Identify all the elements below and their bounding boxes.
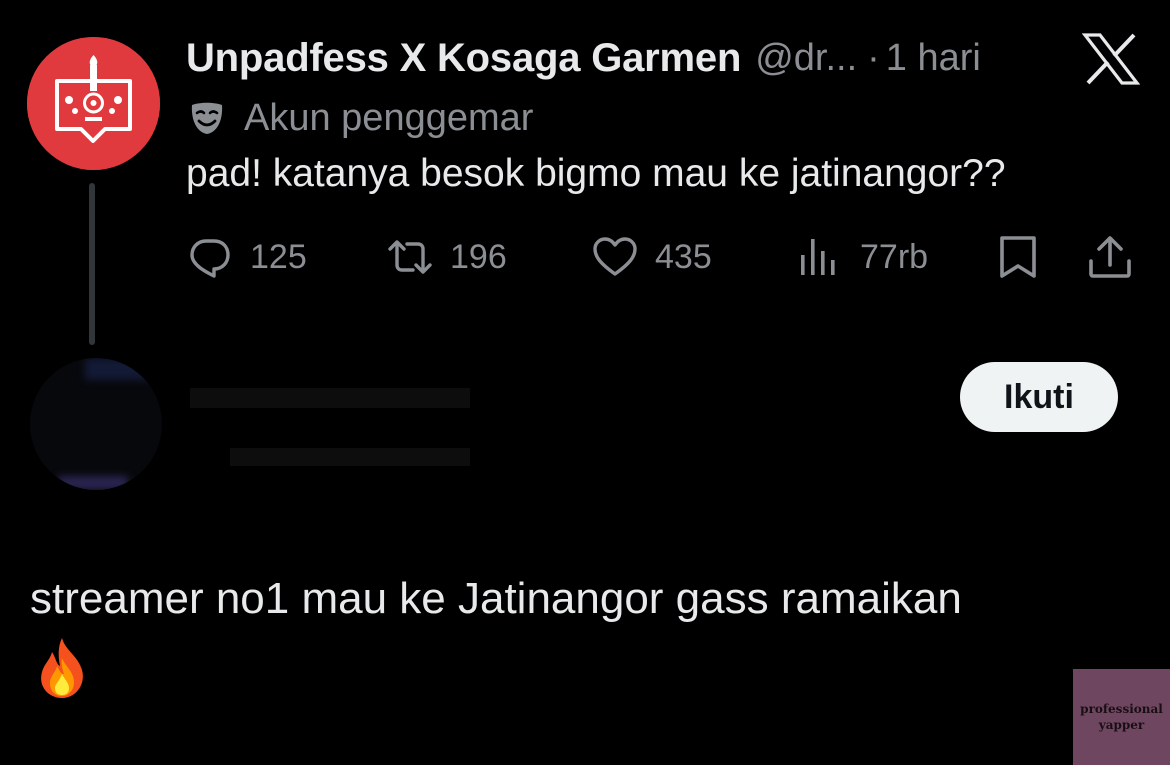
thread-connector-line <box>89 183 95 345</box>
unpadfess-logo-icon <box>27 37 160 170</box>
views-count: 77rb <box>860 237 929 276</box>
x-logo-icon <box>1082 33 1140 85</box>
retweet-icon <box>388 240 432 274</box>
tweet-header: Unpadfess X Kosaga Garmen @dr... · 1 har… <box>186 30 981 86</box>
share-icon <box>1089 236 1131 278</box>
reply-author-name-redacted <box>190 388 470 408</box>
author-handle[interactable]: @dr... <box>755 37 857 80</box>
avatar-obscured-area <box>85 358 162 380</box>
bookmark-icon <box>1000 236 1036 278</box>
tweet-text: pad! katanya besok bigmo mau ke jatinang… <box>186 152 1006 195</box>
analytics-icon <box>801 239 835 275</box>
like-count: 435 <box>655 237 712 276</box>
reply-icon <box>190 239 230 278</box>
header-separator: · <box>867 36 880 79</box>
reply-author-handle-redacted <box>230 448 470 466</box>
retweet-count: 196 <box>450 237 507 276</box>
heart-icon <box>593 237 637 276</box>
account-badge: Akun penggemar <box>188 92 533 144</box>
reply-text: streamer no1 mau ke Jatinangor gass rama… <box>30 574 962 623</box>
tweet-timestamp[interactable]: 1 hari <box>886 37 981 80</box>
views-button[interactable]: 77rb <box>796 230 928 284</box>
author-avatar[interactable] <box>27 37 160 170</box>
watermark-line-1: professional <box>1080 702 1163 716</box>
watermark-line-2: yapper <box>1098 718 1145 732</box>
author-display-name[interactable]: Unpadfess X Kosaga Garmen <box>186 36 741 81</box>
tweet-actions: 125 196 435 77rb <box>186 230 1141 284</box>
share-button[interactable] <box>1086 230 1134 284</box>
bookmark-button[interactable] <box>994 230 1042 284</box>
reply-button[interactable]: 125 <box>186 230 307 284</box>
theater-mask-icon <box>188 99 226 137</box>
follow-button[interactable]: Ikuti <box>960 362 1118 432</box>
watermark: professional yapper <box>1073 669 1170 765</box>
like-button[interactable]: 435 <box>591 230 712 284</box>
reply-author-avatar[interactable] <box>30 358 162 490</box>
reply-count: 125 <box>250 237 307 276</box>
fire-emoji-icon <box>34 636 90 700</box>
avatar-obscured-area <box>58 476 128 490</box>
badge-label: Akun penggemar <box>244 96 534 139</box>
retweet-button[interactable]: 196 <box>386 230 507 284</box>
